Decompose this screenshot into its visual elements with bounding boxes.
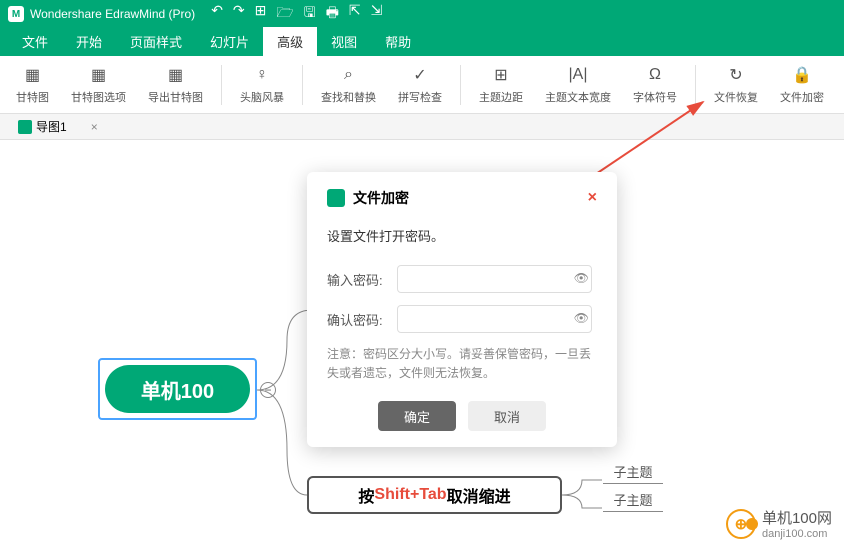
tool-导出甘特图[interactable]: ▦ 导出甘特图	[140, 61, 211, 109]
add-child-icon[interactable]: −	[260, 382, 276, 398]
sub-topic-pre: 按	[358, 483, 374, 507]
app-logo-icon: M	[8, 6, 24, 22]
watermark-url: danji100.com	[762, 528, 832, 540]
sub-topic-post: 取消缩进	[447, 483, 511, 507]
menu-start[interactable]: 开始	[62, 27, 116, 56]
menubar: 文件 开始 页面样式 幻灯片 高级 视图 帮助	[0, 28, 844, 56]
dialog-subtitle: 设置文件打开密码。	[327, 226, 597, 245]
watermark-text: 单机100网	[762, 507, 832, 528]
tool-头脑风暴[interactable]: ♀ 头脑风暴	[232, 61, 292, 109]
tool-icon: ▦	[89, 65, 109, 85]
redo-icon[interactable]: ↷	[233, 2, 245, 26]
toolbar-separator	[695, 65, 696, 105]
tool-字体符号[interactable]: Ω 字体符号	[625, 61, 685, 109]
tool-label: 拼写检查	[398, 89, 442, 105]
child-topic-1[interactable]: 子主题	[603, 462, 663, 484]
tool-label: 文件加密	[780, 89, 824, 105]
watermark-icon: ⊕	[726, 509, 756, 539]
dialog-title: 文件加密	[353, 188, 588, 208]
password-label: 输入密码:	[327, 270, 397, 289]
child-topic-2[interactable]: 子主题	[603, 490, 663, 512]
toggle-confirm-icon[interactable]: 👁	[574, 311, 589, 325]
file-encrypt-dialog: 文件加密 × 设置文件打开密码。 输入密码: 👁 确认密码: 👁 注意：密码区分…	[307, 172, 617, 447]
tool-拼写检查[interactable]: ✓ 拼写检查	[390, 61, 450, 109]
print-icon[interactable]: 🖶	[326, 2, 339, 26]
tool-label: 导出甘特图	[148, 89, 203, 105]
toggle-password-icon[interactable]: 👁	[574, 271, 589, 285]
toolbar: ▦ 甘特图 ▦ 甘特图选项 ▦ 导出甘特图 ♀ 头脑风暴 ⌕ 查找和替换 ✓ 拼写检查 ⊞ 主题边距 |A|…	[0, 56, 844, 114]
tab-label: 导图1	[36, 118, 67, 135]
dialog-note: 注意：密码区分大小写。请妥善保管密码，一旦丢失或者遗忘，文件则无法恢复。	[327, 345, 597, 383]
menu-slides[interactable]: 幻灯片	[196, 27, 263, 56]
dialog-logo-icon	[327, 189, 345, 207]
tab-close-icon[interactable]: ×	[91, 120, 98, 134]
tool-icon: 🔒	[792, 65, 812, 85]
tool-icon: ⌕	[339, 65, 359, 85]
cancel-button[interactable]: 取消	[468, 401, 546, 431]
tool-label: 主题边距	[479, 89, 523, 105]
titlebar: M Wondershare EdrawMind (Pro) ↶ ↷ ⊞ 🗁 🖫 …	[0, 0, 844, 28]
confirm-password-input[interactable]	[397, 305, 592, 333]
share-icon[interactable]: ⇲	[371, 2, 383, 26]
document-tabbar: 导图1 ×	[0, 114, 844, 140]
tool-label: 甘特图	[16, 89, 49, 105]
tool-label: 主题文本宽度	[545, 89, 611, 105]
main-topic-node[interactable]: 单机100	[105, 365, 250, 413]
tab-doc-icon	[18, 120, 32, 134]
tool-主题边距[interactable]: ⊞ 主题边距	[471, 61, 531, 109]
password-input[interactable]	[397, 265, 592, 293]
toolbar-separator	[302, 65, 303, 105]
watermark: ⊕ 单机100网 danji100.com	[726, 507, 832, 540]
new-icon[interactable]: ⊞	[255, 2, 267, 26]
sub-topic-key: Shift+Tab	[374, 486, 446, 504]
tool-icon: ⊞	[491, 65, 511, 85]
titlebar-quick-actions: ↶ ↷ ⊞ 🗁 🖫 🖶 ⇱ ⇲	[211, 2, 382, 26]
tool-查找和替换[interactable]: ⌕ 查找和替换	[313, 61, 384, 109]
ok-button[interactable]: 确定	[378, 401, 456, 431]
tool-icon: ♀	[252, 65, 272, 85]
tool-icon: ↻	[726, 65, 746, 85]
document-tab[interactable]: 导图1 ×	[8, 114, 108, 139]
tool-主题文本宽度[interactable]: |A| 主题文本宽度	[537, 61, 619, 109]
menu-advanced[interactable]: 高级	[263, 27, 317, 56]
tool-label: 查找和替换	[321, 89, 376, 105]
open-icon[interactable]: 🗁	[276, 2, 293, 26]
tool-甘特图选项[interactable]: ▦ 甘特图选项	[63, 61, 134, 109]
sub-topic-node[interactable]: 按 Shift+Tab 取消缩进	[307, 476, 562, 514]
toolbar-separator	[460, 65, 461, 105]
tool-icon: ▦	[23, 65, 43, 85]
confirm-password-label: 确认密码:	[327, 310, 397, 329]
menu-page-style[interactable]: 页面样式	[116, 27, 196, 56]
tool-icon: ▦	[166, 65, 186, 85]
menu-file[interactable]: 文件	[8, 27, 62, 56]
tool-icon: Ω	[645, 65, 665, 85]
tool-label: 甘特图选项	[71, 89, 126, 105]
dialog-close-icon[interactable]: ×	[588, 189, 597, 207]
tool-甘特图[interactable]: ▦ 甘特图	[8, 61, 57, 109]
tool-icon: ✓	[410, 65, 430, 85]
menu-view[interactable]: 视图	[317, 27, 371, 56]
app-title: Wondershare EdrawMind (Pro)	[30, 7, 195, 21]
menu-help[interactable]: 帮助	[371, 27, 425, 56]
toolbar-separator	[221, 65, 222, 105]
save-icon[interactable]: 🖫	[304, 2, 316, 26]
tool-icon: |A|	[568, 65, 588, 85]
tool-label: 文件恢复	[714, 89, 758, 105]
tool-文件加密[interactable]: 🔒 文件加密	[772, 61, 832, 109]
undo-icon[interactable]: ↶	[211, 2, 223, 26]
tool-label: 头脑风暴	[240, 89, 284, 105]
export-icon[interactable]: ⇱	[349, 2, 361, 26]
tool-label: 字体符号	[633, 89, 677, 105]
tool-文件恢复[interactable]: ↻ 文件恢复	[706, 61, 766, 109]
